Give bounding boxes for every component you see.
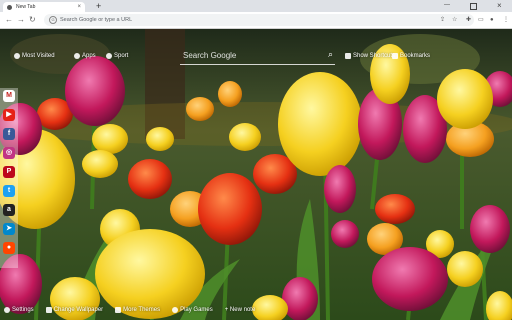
bookmarks-label: Bookmarks (400, 53, 431, 59)
wallpaper-image (0, 29, 512, 320)
youtube-icon[interactable]: ▶ (3, 109, 15, 121)
telegram-icon[interactable]: ➤ (3, 223, 15, 235)
apps-label: Apps (82, 53, 96, 59)
search-input[interactable]: Search Google ⌕ (180, 48, 335, 65)
ball-icon (106, 53, 112, 59)
new-note-button[interactable]: + New note (225, 307, 256, 313)
settings-label: Settings (12, 307, 34, 313)
address-bar[interactable]: G Search Google or type a URL (44, 14, 474, 26)
show-shortcuts-link[interactable]: Show Shortcuts (345, 53, 395, 59)
menu-icon[interactable]: ⋮ (503, 16, 509, 24)
pinterest-icon[interactable]: P (3, 166, 15, 178)
sport-link[interactable]: Sport (106, 53, 128, 59)
bookmarks-link[interactable]: Bookmarks (392, 53, 430, 59)
address-bar-placeholder: Search Google or type a URL (60, 17, 133, 23)
change-wallpaper-button[interactable]: Change Wallpaper (45, 307, 104, 313)
share-icon[interactable]: ⇪ (440, 16, 445, 24)
change-wallpaper-label: Change Wallpaper (53, 307, 104, 313)
sidepanel-icon[interactable]: ▭ (478, 16, 484, 24)
amazon-icon[interactable]: a (3, 204, 15, 216)
apps-link[interactable]: Apps (74, 53, 96, 59)
bottom-bar: Settings Change Wallpaper More Themes Pl… (4, 301, 267, 319)
google-g-icon: G (49, 16, 57, 24)
tab-strip: New Tab × + — × (0, 0, 512, 12)
gamepad-icon (172, 307, 179, 313)
more-themes-label: More Themes (123, 307, 161, 313)
close-tab-icon[interactable]: × (77, 4, 81, 10)
search-placeholder: Search Google (183, 51, 237, 60)
most-visited-label: Most Visited (22, 53, 55, 59)
grid-icon (345, 53, 351, 59)
new-tab-button[interactable]: + (96, 1, 101, 11)
reload-icon[interactable]: ↻ (29, 14, 36, 26)
bookmark-icon (392, 53, 398, 59)
tab-new-tab[interactable]: New Tab × (3, 2, 85, 12)
clock-icon (14, 53, 20, 59)
star-icon[interactable]: ☆ (452, 16, 457, 24)
play-games-label: Play Games (180, 307, 213, 313)
browser-toolbar: ← → ↻ G Search Google or type a URL ⇪ ☆ … (0, 12, 512, 29)
back-icon[interactable]: ← (5, 14, 13, 26)
apps-icon (74, 53, 80, 59)
maximize-icon[interactable] (470, 3, 477, 10)
new-note-label: + New note (224, 307, 256, 313)
gmail-icon[interactable]: M (3, 90, 15, 102)
forward-icon[interactable]: → (17, 14, 25, 26)
image-icon (45, 307, 52, 313)
facebook-icon[interactable]: f (3, 128, 15, 140)
more-themes-button[interactable]: More Themes (115, 307, 160, 313)
minimize-icon[interactable]: — (444, 2, 450, 8)
gear-icon (4, 307, 10, 313)
tab-favicon-icon (7, 4, 12, 10)
palette-icon (115, 307, 122, 313)
social-sidebar: M ▶ f ◎ P t a ➤ ● (0, 88, 18, 268)
profile-icon[interactable]: ● (490, 16, 494, 24)
twitter-icon[interactable]: t (3, 185, 15, 197)
settings-button[interactable]: Settings (4, 307, 34, 313)
play-games-button[interactable]: Play Games (172, 307, 213, 313)
search-icon[interactable]: ⌕ (328, 49, 333, 60)
close-window-icon[interactable]: × (497, 1, 502, 11)
show-shortcuts-label: Show Shortcuts (353, 53, 396, 59)
extensions-icon[interactable]: ✚ (466, 16, 471, 24)
instagram-icon[interactable]: ◎ (3, 147, 15, 159)
most-visited-link[interactable]: Most Visited (14, 53, 55, 59)
tab-title: New Tab (16, 4, 36, 10)
reddit-icon[interactable]: ● (3, 242, 15, 254)
sport-label: Sport (114, 53, 129, 59)
